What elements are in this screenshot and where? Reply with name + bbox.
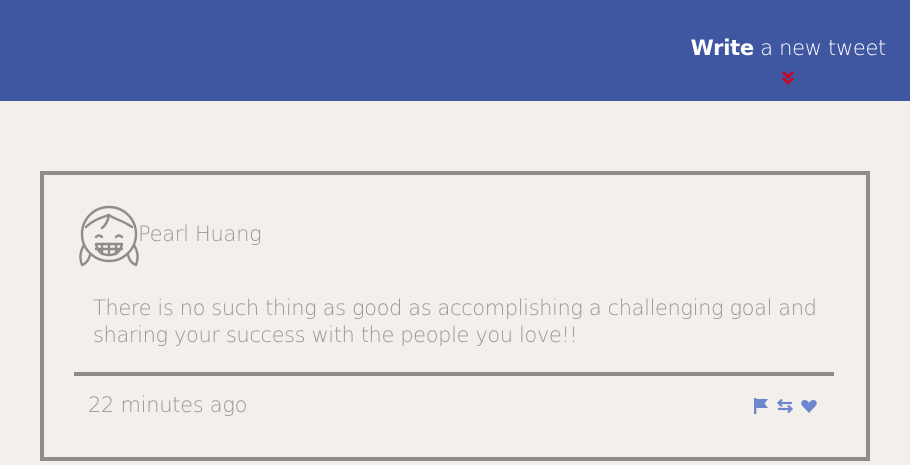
retweet-icon[interactable] [776,397,794,415]
tweet-actions [752,397,818,415]
smiling-girl-avatar-icon [79,205,139,267]
timestamp: 22 minutes ago [88,393,248,417]
tweet-text: There is no such thing as good as accomp… [93,296,817,347]
flag-icon[interactable] [752,397,770,415]
top-header: Write a new tweet [0,0,910,101]
tweet-card: Pearl Huang There is no such thing as go… [40,171,870,461]
write-new-tweet-button[interactable]: Write a new tweet [690,36,887,85]
write-new-tweet-label: Write a new tweet [690,36,887,60]
author-name[interactable]: Pearl Huang [138,222,262,246]
write-label-rest: a new tweet [753,36,886,60]
heart-icon[interactable] [800,397,818,415]
divider [74,372,834,376]
write-label-strong: Write [690,36,754,60]
double-chevron-down-icon [782,71,795,85]
